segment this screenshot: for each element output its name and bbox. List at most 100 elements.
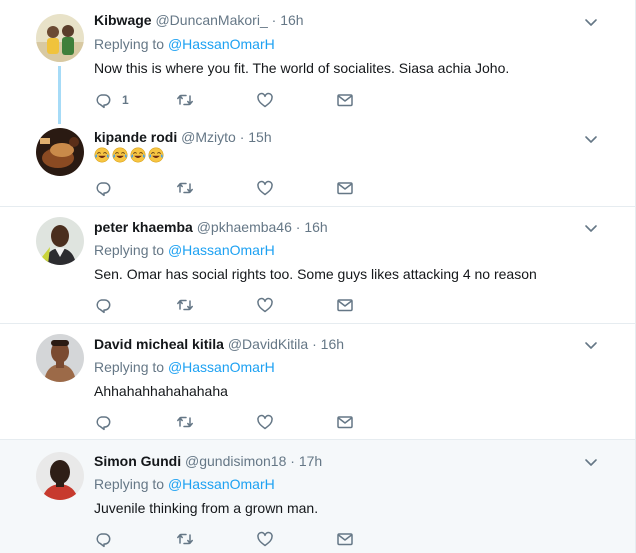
message-button[interactable] xyxy=(336,412,354,432)
timestamp[interactable]: 16h xyxy=(280,12,303,28)
retweet-icon xyxy=(176,179,194,197)
avatar[interactable] xyxy=(36,128,84,176)
thread-connector xyxy=(58,66,61,124)
tweet-kipande-rodi[interactable]: kipande rodi @Mziyto · 15h xyxy=(0,120,635,207)
separator: · xyxy=(295,219,301,235)
username[interactable]: @DavidKitila xyxy=(228,336,308,352)
reply-button[interactable] xyxy=(94,295,112,315)
reply-icon xyxy=(94,91,112,109)
display-name[interactable]: David micheal kitila xyxy=(94,336,224,352)
username[interactable]: @pkhaemba46 xyxy=(197,219,292,235)
retweet-button[interactable] xyxy=(176,412,194,432)
tweet-david-kitila[interactable]: David micheal kitila @DavidKitila · 16h … xyxy=(0,324,635,440)
timestamp[interactable]: 16h xyxy=(321,336,344,352)
heart-icon xyxy=(256,91,274,109)
reply-icon xyxy=(94,413,112,431)
replying-to-label: Replying to xyxy=(94,476,165,492)
avatar[interactable] xyxy=(36,217,84,265)
separator: · xyxy=(271,12,277,28)
message-button[interactable] xyxy=(336,295,354,315)
like-button[interactable] xyxy=(256,178,274,198)
tweet-header: Kibwage @DuncanMakori_ · 16h xyxy=(94,11,304,29)
tweet-text: Sen. Omar has social rights too. Some gu… xyxy=(94,266,537,282)
reply-button[interactable] xyxy=(94,178,112,198)
face-with-tears-of-joy-icon xyxy=(94,147,110,163)
like-button[interactable] xyxy=(256,90,274,110)
message-button[interactable] xyxy=(336,529,354,549)
replying-to: Replying to @HassanOmarH xyxy=(94,35,275,53)
retweet-icon xyxy=(176,91,194,109)
replying-to: Replying to @HassanOmarH xyxy=(94,358,275,376)
timestamp[interactable]: 15h xyxy=(248,129,271,145)
envelope-icon xyxy=(336,530,354,548)
tweet-header: Simon Gundi @gundisimon18 · 17h xyxy=(94,452,322,470)
chevron-down-icon[interactable] xyxy=(583,220,599,236)
tweet-text: Juvenile thinking from a grown man. xyxy=(94,500,319,516)
face-with-tears-of-joy-icon xyxy=(130,147,146,163)
retweet-icon xyxy=(176,413,194,431)
replying-to-label: Replying to xyxy=(94,242,165,258)
tweet-text: Ahhahahhahahahaha xyxy=(94,383,228,399)
timestamp[interactable]: 16h xyxy=(304,219,327,235)
like-button[interactable] xyxy=(256,529,274,549)
tweet-actions xyxy=(94,178,364,198)
display-name[interactable]: peter khaemba xyxy=(94,219,193,235)
username[interactable]: @gundisimon18 xyxy=(185,453,286,469)
face-with-tears-of-joy-icon xyxy=(112,147,128,163)
retweet-button[interactable] xyxy=(176,90,194,110)
tweet-peter-khaemba[interactable]: peter khaemba @pkhaemba46 · 16h Replying… xyxy=(0,207,635,324)
chevron-down-icon[interactable] xyxy=(583,337,599,353)
like-button[interactable] xyxy=(256,412,274,432)
username[interactable]: @DuncanMakori_ xyxy=(155,12,267,28)
chevron-down-icon[interactable] xyxy=(583,454,599,470)
tweet-actions xyxy=(94,295,364,315)
reply-timeline: Kibwage @DuncanMakori_ · 16h Replying to… xyxy=(0,0,636,553)
mention-link[interactable]: @HassanOmarH xyxy=(168,242,275,258)
username[interactable]: @Mziyto xyxy=(181,129,236,145)
replying-to-label: Replying to xyxy=(94,359,165,375)
like-button[interactable] xyxy=(256,295,274,315)
display-name[interactable]: Simon Gundi xyxy=(94,453,181,469)
reply-button[interactable]: 1 xyxy=(94,90,129,110)
heart-icon xyxy=(256,530,274,548)
tweet-text: Now this is where you fit. The world of … xyxy=(94,60,510,76)
retweet-button[interactable] xyxy=(176,295,194,315)
reply-button[interactable] xyxy=(94,529,112,549)
separator: · xyxy=(290,453,295,469)
mention-link[interactable]: @HassanOmarH xyxy=(168,359,275,375)
message-button[interactable] xyxy=(336,178,354,198)
face-with-tears-of-joy-icon xyxy=(148,147,164,163)
envelope-icon xyxy=(336,413,354,431)
chevron-down-icon[interactable] xyxy=(583,131,599,147)
replying-to-label: Replying to xyxy=(94,36,165,52)
separator: · xyxy=(239,129,245,145)
avatar[interactable] xyxy=(36,452,84,500)
retweet-button[interactable] xyxy=(176,178,194,198)
reply-count: 1 xyxy=(122,93,129,107)
mention-link[interactable]: @HassanOmarH xyxy=(168,36,275,52)
envelope-icon xyxy=(336,91,354,109)
tweet-header: kipande rodi @Mziyto · 15h xyxy=(94,128,272,146)
display-name[interactable]: Kibwage xyxy=(94,12,152,28)
reply-icon xyxy=(94,179,112,197)
retweet-icon xyxy=(176,530,194,548)
avatar[interactable] xyxy=(36,334,84,382)
tweet-actions xyxy=(94,529,364,549)
heart-icon xyxy=(256,179,274,197)
timestamp[interactable]: 17h xyxy=(299,453,322,469)
reply-icon xyxy=(94,530,112,548)
chevron-down-icon[interactable] xyxy=(583,14,599,30)
replying-to: Replying to @HassanOmarH xyxy=(94,241,275,259)
display-name[interactable]: kipande rodi xyxy=(94,129,177,145)
message-button[interactable] xyxy=(336,90,354,110)
reply-icon xyxy=(94,296,112,314)
tweet-simon-gundi[interactable]: Simon Gundi @gundisimon18 · 17h Replying… xyxy=(0,440,635,553)
tweet-header: peter khaemba @pkhaemba46 · 16h xyxy=(94,218,328,236)
tweet-kibwage[interactable]: Kibwage @DuncanMakori_ · 16h Replying to… xyxy=(0,0,635,124)
retweet-button[interactable] xyxy=(176,529,194,549)
heart-icon xyxy=(256,413,274,431)
mention-link[interactable]: @HassanOmarH xyxy=(168,476,275,492)
heart-icon xyxy=(256,296,274,314)
avatar[interactable] xyxy=(36,14,84,62)
reply-button[interactable] xyxy=(94,412,112,432)
